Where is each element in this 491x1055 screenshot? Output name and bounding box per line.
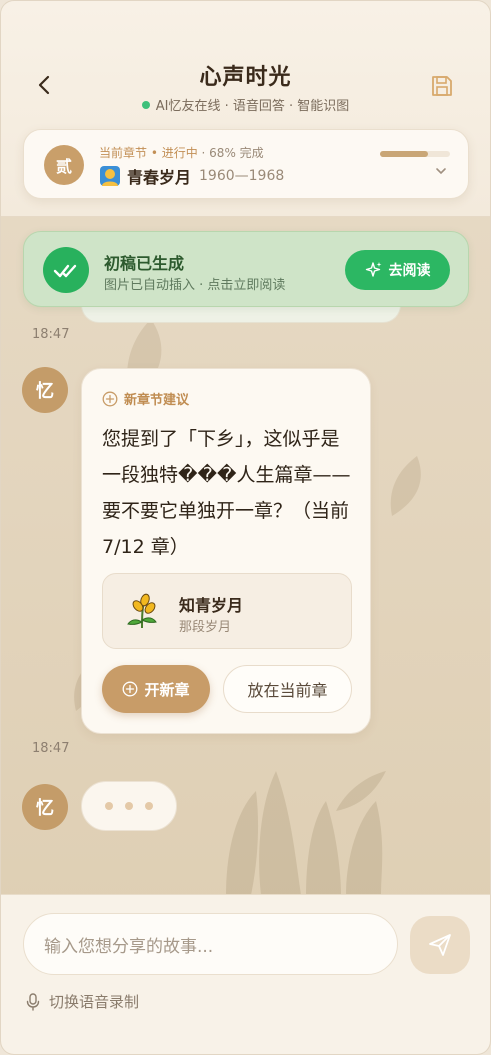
chapter-number-badge: 贰 [44,145,84,185]
message-text: 您提到了「下乡」，这似乎是一段独特���人生篇章——要不要它单独开一章？（当前 … [102,428,351,558]
typing-dot [125,802,133,810]
chapter-progress-fill [380,151,428,157]
leaf-decoration-icon [390,456,421,516]
send-button[interactable] [410,916,470,974]
send-icon [429,934,451,956]
notice-subtitle: 图片已自动插入 · 点击立即阅读 [104,278,286,293]
chapter-meta: 当前章节 • 进行中 · 68% 完成 [99,144,264,161]
save-icon[interactable] [429,73,455,99]
typing-dot [145,802,153,810]
notice-title: 初稿已生成 [104,254,185,273]
go-read-button[interactable]: 去阅读 [345,250,450,290]
go-read-label: 去阅读 [388,263,431,279]
chapter-progress-text: · 68% 完成 [201,146,264,160]
status-text: AI忆友在线 · 语音回答 · 智能识图 [155,99,350,114]
sunrise-person-icon [100,166,120,186]
keep-in-current-chapter-button[interactable]: 放在当前章 [223,665,352,713]
status-line: AI忆友在线 · 语音回答 · 智能识图 [1,95,490,114]
message-time: 18:47 [32,327,70,342]
chevron-down-icon[interactable] [434,164,448,178]
plus-circle-icon [123,681,138,697]
plus-circle-icon [102,391,118,406]
voice-record-toggle[interactable]: 切换语音录制 [25,991,139,1012]
chapter-suggestion-message: 新章节建议 您提到了「下乡」，这似乎是一段独特���人生篇章——要不要它单独开一… [81,368,371,734]
microphone-icon [26,992,40,1011]
reeds-decoration-icon [226,771,386,895]
suggestion-tag: 新章节建议 [102,389,189,408]
draft-ready-notice[interactable]: 初稿已生成 图片已自动插入 · 点击立即阅读 去阅读 [23,231,469,307]
suggested-chapter-subtitle: 那段岁月 [179,620,232,635]
page-title: 心声时光 [199,65,292,90]
chapter-years: 1960—1968 [199,168,285,184]
story-input[interactable]: 输入您想分享的故事... [23,913,398,975]
composer: 输入您想分享的故事... 切换语音录制 [1,894,490,1054]
chapter-status: 当前章节 • 进行中 [99,146,198,160]
new-chapter-label: 开新章 [144,680,190,699]
suggestion-tag-label: 新章节建议 [124,393,190,408]
typing-dot [105,802,113,810]
avatar: 忆 [22,367,68,413]
chapter-name-row: 青春岁月 1960—1968 [99,164,284,188]
chapter-name: 青春岁月 [127,168,192,187]
suggested-chapter-title: 知青岁月 [179,596,244,615]
avatar: 忆 [22,784,68,830]
sparkle-icon [365,262,381,277]
app-frame: 心声时光 AI忆友在线 · 语音回答 · 智能识图 贰 当前章节 • 进行中 ·… [0,0,491,1055]
chapter-selector[interactable]: 贰 当前章节 • 进行中 · 68% 完成 青春岁月 1960—1968 [23,129,469,199]
message-time: 18:47 [32,741,70,756]
header: 心声时光 AI忆友在线 · 语音回答 · 智能识图 贰 当前章节 • 进行中 ·… [1,1,490,217]
new-chapter-button[interactable]: 开新章 [102,665,210,713]
voice-toggle-label: 切换语音录制 [49,993,140,1011]
typing-indicator [81,781,177,831]
chapter-progress-bar [380,151,450,157]
online-dot-icon [141,101,150,109]
double-check-icon [43,247,89,293]
wheat-icon [127,593,157,629]
suggested-chapter-card[interactable]: 知青岁月 那段岁月 [102,573,352,649]
